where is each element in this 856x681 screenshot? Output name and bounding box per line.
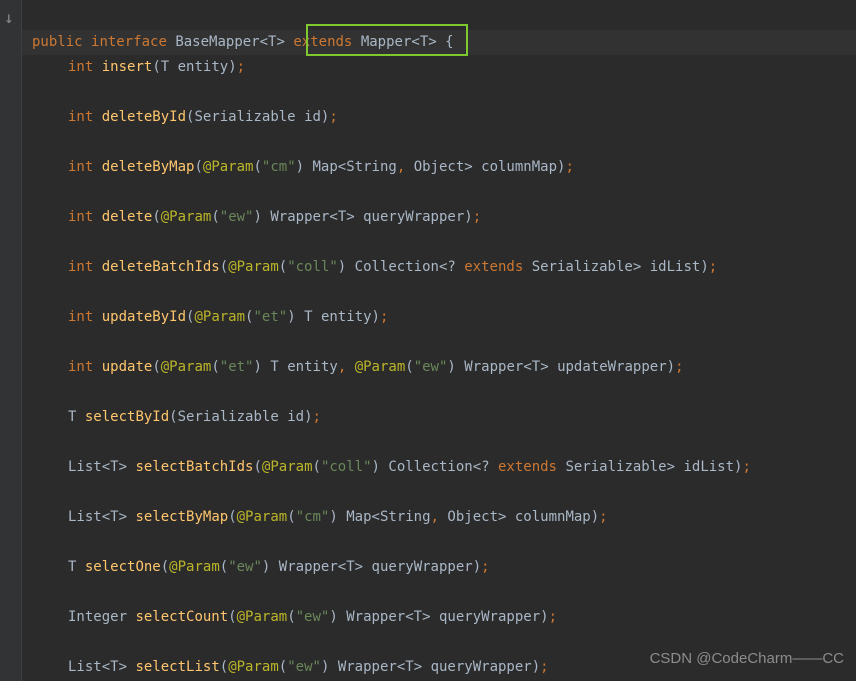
code-line: Integer selectCount(@Param("ew") Wrapper… [22, 605, 856, 630]
blank-line [22, 80, 856, 105]
annotation: @Param [228, 659, 279, 675]
blank-line [22, 230, 856, 255]
gutter: ↓ [0, 0, 22, 681]
method-name: selectByMap [135, 509, 228, 525]
method-name: selectById [85, 409, 169, 425]
method-name: deleteById [102, 109, 186, 125]
keyword-public: public [32, 34, 83, 50]
code-line: List<T> selectBatchIds(@Param("coll") Co… [22, 455, 856, 480]
blank-line [22, 380, 856, 405]
code-line: int deleteByMap(@Param("cm") Map<String,… [22, 155, 856, 180]
method-name: selectBatchIds [135, 459, 253, 475]
method-name: update [102, 359, 153, 375]
arrow-down-icon: ↓ [4, 8, 14, 27]
method-name: selectOne [85, 559, 161, 575]
method-name: updateById [102, 309, 186, 325]
blank-line [22, 280, 856, 305]
code-line: List<T> selectByMap(@Param("cm") Map<Str… [22, 505, 856, 530]
method-name: insert [102, 59, 153, 75]
annotation: @Param [161, 209, 212, 225]
annotation: @Param [161, 359, 212, 375]
keyword-interface: interface [91, 34, 167, 50]
method-name: selectList [135, 659, 219, 675]
annotation: @Param [237, 609, 288, 625]
annotation: @Param [194, 309, 245, 325]
blank-line [22, 180, 856, 205]
annotation: @Param [169, 559, 220, 575]
annotation: @Param [355, 359, 406, 375]
code-line: int insert(T entity); [22, 55, 856, 80]
blank-line [22, 480, 856, 505]
blank-line [22, 130, 856, 155]
method-name: deleteByMap [102, 159, 195, 175]
class-name: BaseMapper [175, 34, 259, 50]
code-editor[interactable]: public interface BaseMapper<T> extends M… [22, 0, 856, 681]
keyword-extends: extends [293, 34, 352, 50]
blank-line [22, 530, 856, 555]
method-name: selectCount [135, 609, 228, 625]
code-line: int update(@Param("et") T entity, @Param… [22, 355, 856, 380]
code-line: T selectOne(@Param("ew") Wrapper<T> quer… [22, 555, 856, 580]
code-line: int delete(@Param("ew") Wrapper<T> query… [22, 205, 856, 230]
watermark: CSDN @CodeCharm——CC [650, 650, 844, 667]
class-name: Mapper [361, 34, 412, 50]
annotation: @Param [203, 159, 254, 175]
annotation: @Param [228, 259, 279, 275]
code-line: int deleteById(Serializable id); [22, 105, 856, 130]
code-line: int updateById(@Param("et") T entity); [22, 305, 856, 330]
method-name: delete [102, 209, 153, 225]
blank-line [22, 430, 856, 455]
blank-line [22, 330, 856, 355]
annotation: @Param [237, 509, 288, 525]
method-name: deleteBatchIds [102, 259, 220, 275]
blank-line [22, 580, 856, 605]
code-line: int deleteBatchIds(@Param("coll") Collec… [22, 255, 856, 280]
code-line: T selectById(Serializable id); [22, 405, 856, 430]
code-line: public interface BaseMapper<T> extends M… [22, 30, 856, 55]
annotation: @Param [262, 459, 313, 475]
